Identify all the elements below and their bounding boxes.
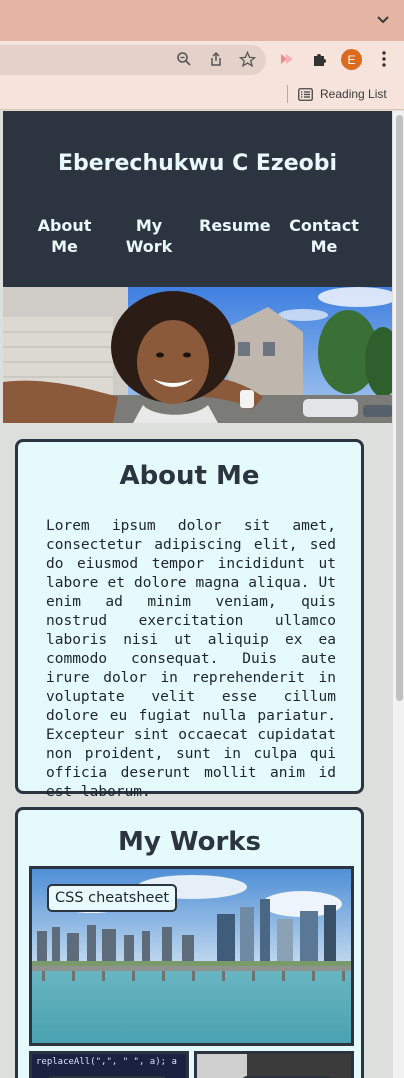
puzzle-icon[interactable] [311, 50, 329, 68]
about-card: About Me Lorem ipsum dolor sit amet, con… [15, 439, 364, 800]
browser-toolbar: E [0, 41, 404, 78]
chevron-down-icon[interactable] [376, 12, 390, 26]
reading-list-label: Reading List [320, 87, 387, 101]
extension-icon[interactable] [278, 50, 296, 68]
about-heading: About Me [119, 461, 260, 491]
profile-avatar[interactable]: E [341, 49, 362, 70]
work-tile-css-cheatsheet[interactable]: CSS cheatsheet [29, 866, 354, 1046]
about-body: Lorem ipsum dolor sit amet, consectetur … [46, 518, 336, 800]
hero-photo [3, 287, 392, 423]
site-title: Eberechukwu C Ezeobi [57, 151, 338, 176]
work-label-css-cheatsheet[interactable]: CSS cheatsheet [47, 884, 178, 912]
work-tile-code[interactable]: replaceAll(",", " ", a); a [29, 1051, 189, 1078]
browser-tab-strip [0, 0, 404, 41]
reading-list-icon [298, 87, 313, 101]
scrollbar-thumb[interactable] [396, 115, 403, 701]
code-snippet: replaceAll(",", " ", a); a [36, 1057, 177, 1067]
work-photo-light [197, 1054, 247, 1078]
more-icon[interactable] [375, 50, 393, 68]
page-viewport: Eberechukwu C Ezeobi About Me My Work Resu… [0, 111, 392, 1078]
page-scrollbar[interactable] [392, 111, 404, 1078]
star-icon[interactable] [238, 50, 256, 68]
reading-list-button[interactable]: Reading List [298, 85, 387, 103]
nav-contact-me[interactable]: Contact Me [288, 215, 360, 257]
address-bar[interactable] [0, 45, 266, 75]
bookmarks-bar: Reading List [0, 78, 404, 110]
nav-about-me[interactable]: About Me [33, 215, 96, 257]
works-card: My Works CSS cheatsheet replaceAll(",", … [15, 807, 364, 1078]
bookmarks-separator [287, 85, 288, 103]
zoom-icon[interactable] [175, 50, 193, 68]
work-tile-photo[interactable] [194, 1051, 354, 1078]
works-heading: My Works [117, 827, 262, 857]
site-header: Eberechukwu C Ezeobi About Me My Work Resu… [3, 111, 392, 287]
share-icon[interactable] [207, 50, 225, 68]
nav-my-work[interactable]: My Work [119, 215, 179, 257]
nav-resume[interactable]: Resume [199, 215, 271, 236]
